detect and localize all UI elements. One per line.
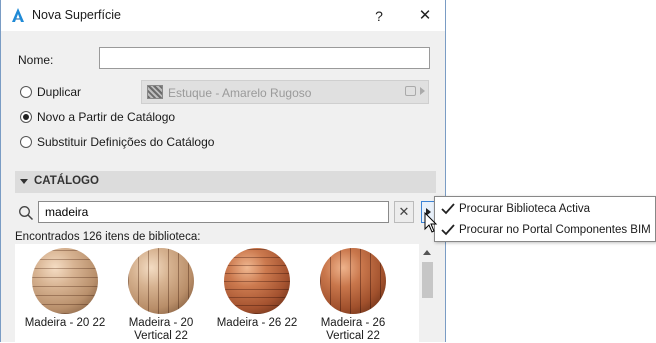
collapse-triangle-icon [20, 179, 28, 184]
new-from-catalog-radio[interactable] [20, 111, 32, 123]
replace-settings-radio[interactable] [20, 136, 32, 148]
catalog-item[interactable]: Madeira - 26 Vertical 22 [305, 246, 401, 342]
window-title: Nova Superfície [32, 8, 121, 22]
scroll-thumb[interactable] [422, 262, 433, 298]
catalog-item-label: Madeira - 20 Vertical 22 [128, 317, 194, 342]
results-count: Encontrados 126 itens de biblioteca: [15, 231, 201, 243]
catalog-item-label: Madeira - 26 Vertical 22 [320, 317, 386, 342]
results-scrollbar[interactable] [419, 244, 435, 342]
catalog-item[interactable]: Madeira - 26 22 [209, 246, 305, 342]
catalog-item-label: Madeira - 20 22 [24, 317, 106, 329]
title-bar: Nova Superfície ? ✕ [1, 0, 445, 31]
material-preview [128, 248, 194, 314]
search-icon [19, 206, 34, 221]
catalog-results: Madeira - 20 22 Madeira - 20 Vertical 22 … [15, 244, 435, 342]
material-preview [320, 248, 386, 314]
name-label: Nome: [18, 53, 54, 67]
close-button[interactable]: ✕ [413, 5, 437, 27]
catalog-item-label: Madeira - 26 22 [216, 317, 298, 329]
duplicate-radio[interactable] [20, 86, 32, 98]
mouse-cursor-icon [424, 212, 438, 233]
material-preview [32, 248, 98, 314]
new-surface-dialog: Nova Superfície ? ✕ Nome: Duplicar Estuq… [0, 0, 446, 342]
catalog-item[interactable]: Madeira - 20 Vertical 22 [113, 246, 209, 342]
check-icon [441, 224, 455, 236]
duplicate-label: Duplicar [37, 85, 82, 99]
archicad-icon [12, 8, 24, 22]
catalog-item[interactable]: Madeira - 20 22 [17, 246, 113, 342]
chevron-right-icon [420, 87, 425, 95]
scroll-up-arrow-icon[interactable] [423, 250, 431, 255]
duplicate-source-select: Estuque - Amarelo Rugoso [141, 80, 429, 104]
name-input[interactable] [99, 47, 430, 69]
menu-item-search-bim-portal[interactable]: Procurar no Portal Componentes BIM [435, 220, 655, 241]
material-preview [224, 248, 290, 314]
replace-settings-label: Substituir Definições do Catálogo [37, 135, 215, 149]
search-options-menu: Procurar Biblioteca Activa Procurar no P… [434, 196, 656, 242]
surface-swatch [147, 85, 163, 99]
menu-item-label: Procurar no Portal Componentes BIM [459, 224, 651, 236]
catalog-section-header[interactable]: CATÁLOGO [15, 171, 436, 193]
catalog-section-label: CATÁLOGO [34, 175, 99, 187]
menu-item-label: Procurar Biblioteca Activa [459, 203, 591, 215]
new-from-catalog-label: Novo a Partir de Catálogo [37, 110, 176, 124]
duplicate-source-text: Estuque - Amarelo Rugoso [168, 86, 312, 100]
catalog-search-input[interactable] [38, 201, 389, 223]
image-icon [405, 86, 416, 96]
help-button[interactable]: ? [367, 5, 391, 27]
clear-search-button[interactable]: ✕ [394, 201, 414, 223]
check-icon [441, 203, 455, 215]
menu-item-search-active-library[interactable]: Procurar Biblioteca Activa [435, 199, 655, 220]
